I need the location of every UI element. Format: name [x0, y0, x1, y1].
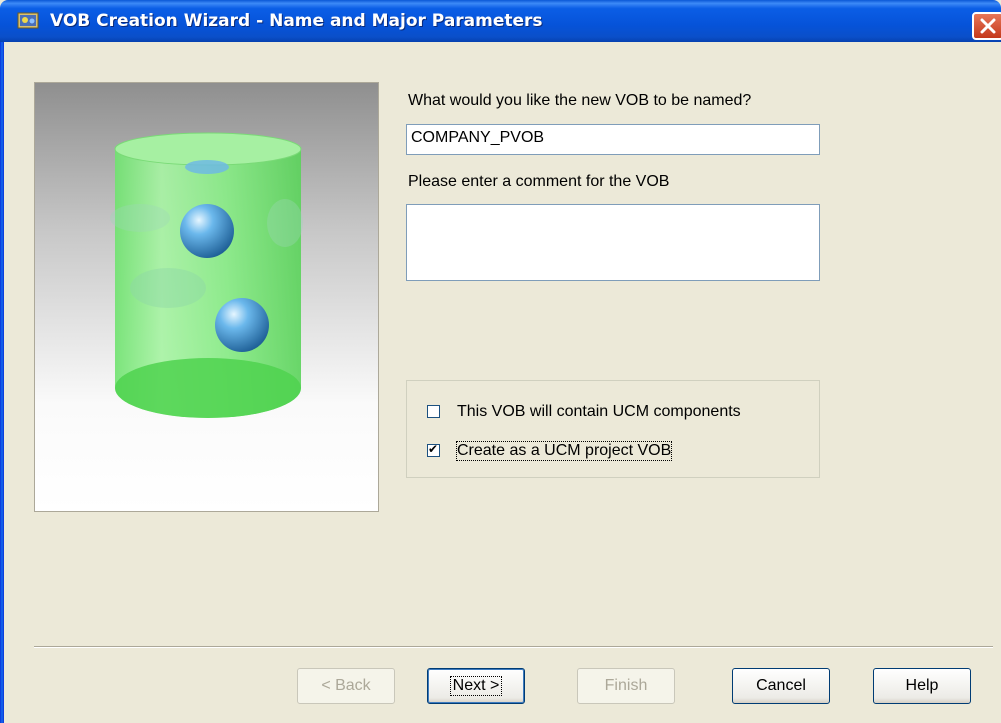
- wizard-illustration: [34, 82, 379, 512]
- window-title: VOB Creation Wizard - Name and Major Par…: [50, 11, 543, 31]
- vob-comment-label: Please enter a comment for the VOB: [408, 173, 670, 190]
- vob-wizard-icon: [17, 11, 39, 29]
- title-bar[interactable]: VOB Creation Wizard - Name and Major Par…: [0, 0, 1001, 42]
- vob-comment-textarea[interactable]: [406, 204, 820, 281]
- ucm-project-vob-label[interactable]: Create as a UCM project VOB: [455, 441, 673, 461]
- ucm-components-checkbox[interactable]: [427, 405, 440, 418]
- help-button[interactable]: Help: [873, 668, 971, 704]
- ucm-options-group: [406, 380, 820, 478]
- close-icon: [980, 18, 996, 34]
- finish-button[interactable]: Finish: [577, 668, 675, 704]
- vob-name-input[interactable]: COMPANY_PVOB: [406, 124, 820, 155]
- cancel-button[interactable]: Cancel: [732, 668, 830, 704]
- vob-name-label: What would you like the new VOB to be na…: [408, 92, 752, 109]
- ucm-components-label[interactable]: This VOB will contain UCM components: [457, 403, 741, 421]
- back-button[interactable]: < Back: [297, 668, 395, 704]
- button-separator: [34, 646, 993, 648]
- ucm-project-vob-checkbox[interactable]: [427, 442, 440, 457]
- close-button[interactable]: [972, 12, 1001, 40]
- cancel-button-label: Cancel: [756, 677, 806, 694]
- help-button-label: Help: [905, 677, 939, 694]
- finish-button-label: Finish: [604, 677, 648, 694]
- back-button-label: < Back: [321, 677, 371, 694]
- next-button-label: Next >: [449, 676, 503, 696]
- next-button[interactable]: Next >: [427, 668, 525, 704]
